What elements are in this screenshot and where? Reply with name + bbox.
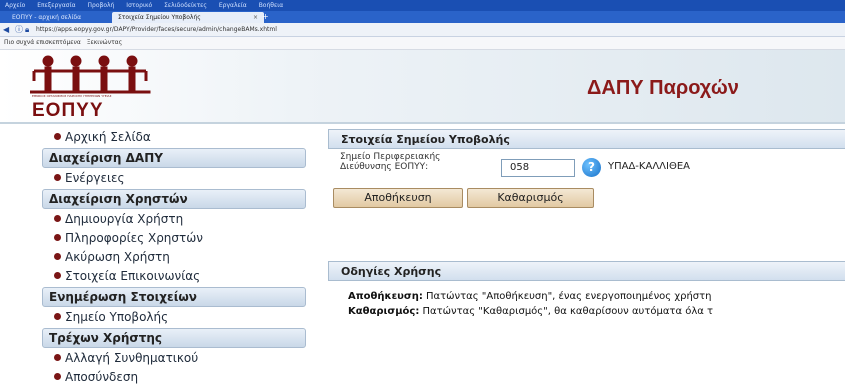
sidebar-section-header: Διαχείριση ΔΑΠΥ — [42, 148, 306, 168]
sidebar-item-label: Ακύρωση Χρήστη — [65, 250, 170, 264]
browser-tab-home[interactable]: ΕΟΠΥΥ - αρχική σελίδα — [6, 12, 118, 23]
instruction-text: Πατώντας "Αποθήκευση", ένας ενεργοποιημέ… — [422, 291, 712, 302]
instruction-term: Καθαρισμός: — [348, 306, 420, 317]
point-code-input[interactable]: 058 — [501, 159, 575, 177]
sidebar-section-header: Ενημέρωση Στοιχείων — [42, 287, 306, 307]
menu-history[interactable]: Ιστορικό — [126, 2, 152, 9]
sidebar-section-header: Διαχείριση Χρηστών — [42, 189, 306, 209]
sidebar-section-header: Τρέχων Χρήστης — [42, 328, 306, 348]
sidebar-item-label: Δημιουργία Χρήστη — [65, 212, 184, 226]
instruction-text: Πατώντας "Καθαρισμός", θα καθαρίσουν αυτ… — [419, 306, 714, 317]
sidebar-nav: Αρχική Σελίδα Διαχείριση ΔΑΠΥ Ενέργειες Δια… — [42, 128, 306, 387]
instruction-clear: Καθαρισμός: Πατώντας "Καθαρισμός", θα κα… — [348, 306, 713, 317]
browser-menubar: Αρχείο Επεξεργασία Προβολή Ιστορικό Σελι… — [0, 0, 845, 11]
browser-tabbar: ΕΟΠΥΥ - αρχική σελίδα Στοιχεία Σημείου Υ… — [0, 11, 845, 23]
bookmark-getting-started[interactable]: Ξεκινώντας — [87, 39, 122, 46]
sidebar-item[interactable]: Αποσύνδεση — [42, 368, 306, 387]
browser-tab-current[interactable]: Στοιχεία Σημείου Υποβολής × — [112, 12, 264, 23]
menu-view[interactable]: Προβολή — [88, 2, 115, 9]
point-field-label: Σημείο Περιφερειακής Διεύθυνσης ΕΟΠΥΥ: — [340, 152, 441, 172]
sidebar-item[interactable]: Αρχική Σελίδα — [42, 128, 306, 147]
bookmarks-toolbar: Πιο συχνά επισκεπτόμενα Ξεκινώντας — [0, 37, 845, 50]
close-tab-icon[interactable]: × — [253, 12, 258, 23]
save-button[interactable]: Αποθήκευση — [333, 188, 463, 208]
menu-help[interactable]: Βοήθεια — [259, 2, 284, 9]
menu-edit[interactable]: Επεξεργασία — [37, 2, 75, 9]
sidebar-item[interactable]: Στοιχεία Επικοινωνίας — [42, 267, 306, 286]
sidebar-item[interactable]: Ενέργειες — [42, 169, 306, 188]
address-bar: ◀ ⓘ 🔒︎ https://apps.eopyy.gov.gr/DAPY/Pr… — [0, 23, 845, 37]
info-icon[interactable]: ⓘ — [15, 24, 23, 35]
sidebar-item[interactable]: Ακύρωση Χρήστη — [42, 248, 306, 267]
bullet-icon — [54, 234, 61, 241]
sidebar-item-label: Ενέργειες — [65, 171, 125, 185]
bullet-icon — [54, 253, 61, 260]
instruction-save: Αποθήκευση: Πατώντας "Αποθήκευση", ένας … — [348, 291, 711, 302]
tab-label: Στοιχεία Σημείου Υποβολής — [118, 14, 201, 21]
bullet-icon — [54, 313, 61, 320]
tab-label: ΕΟΠΥΥ - αρχική σελίδα — [12, 14, 82, 21]
sidebar-item-label: Αλλαγή Συνθηματικού — [65, 351, 199, 365]
point-name: ΥΠΑΔ-ΚΑΛΛΙΘΕΑ — [608, 161, 690, 172]
menu-tools[interactable]: Εργαλεία — [219, 2, 247, 9]
sidebar-item-label: Σημείο Υποβολής — [65, 310, 169, 324]
bookmark-most-visited[interactable]: Πιο συχνά επισκεπτόμενα — [4, 39, 81, 46]
sidebar-item-label: Πληροφορίες Χρηστών — [65, 231, 203, 245]
sidebar-item[interactable]: Δημιουργία Χρήστη — [42, 210, 306, 229]
app-title: ΔΑΠΥ Παροχών — [587, 77, 739, 99]
back-icon[interactable]: ◀ — [3, 24, 9, 35]
lock-icon: 🔒︎ — [25, 25, 30, 34]
menu-bookmarks[interactable]: Σελιδοδείκτες — [164, 2, 207, 9]
logo-tagline: ΕΘΝΙΚΟΣ ΟΡΓΑΝΙΣΜΟΣ ΠΑΡΟΧΗΣ ΥΠΗΡΕΣΙΩΝ ΥΓΕ… — [32, 94, 112, 98]
bullet-icon — [54, 373, 61, 380]
help-icon[interactable]: ? — [582, 158, 601, 177]
sidebar-item-label: Αρχική Σελίδα — [65, 130, 151, 144]
sidebar-item[interactable]: Αλλαγή Συνθηματικού — [42, 349, 306, 368]
bullet-icon — [54, 272, 61, 279]
logo-text: ΕΟΠΥΥ — [32, 100, 104, 121]
bullet-icon — [54, 215, 61, 222]
instruction-term: Αποθήκευση: — [348, 291, 423, 302]
clear-button[interactable]: Καθαρισμός — [467, 188, 594, 208]
sidebar-item[interactable]: Σημείο Υποβολής — [42, 308, 306, 327]
instructions-header: Οδηγίες Χρήσης — [328, 261, 845, 281]
bullet-icon — [54, 133, 61, 140]
bullet-icon — [54, 354, 61, 361]
new-tab-button[interactable]: + — [262, 11, 269, 23]
point-panel-header: Στοιχεία Σημείου Υποβολής — [328, 129, 845, 149]
sidebar-item-label: Στοιχεία Επικοινωνίας — [65, 269, 201, 283]
url-input[interactable]: https://apps.eopyy.gov.gr/DAPY/Provider/… — [36, 25, 277, 34]
menu-file[interactable]: Αρχείο — [5, 2, 25, 9]
bullet-icon — [54, 174, 61, 181]
sidebar-item[interactable]: Πληροφορίες Χρηστών — [42, 229, 306, 248]
sidebar-item-label: Αποσύνδεση — [65, 370, 139, 384]
